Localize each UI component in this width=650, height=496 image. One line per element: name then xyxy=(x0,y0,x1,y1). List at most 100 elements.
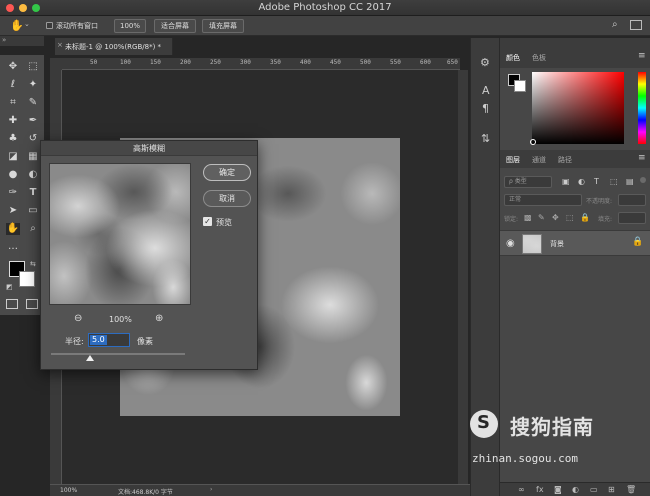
crop-tool-icon[interactable]: ⌗ xyxy=(6,97,20,109)
blur-tool-icon[interactable]: ● xyxy=(6,169,20,181)
swap-colors-icon[interactable]: ⇆ xyxy=(30,260,36,268)
close-tab-icon[interactable]: × xyxy=(57,41,63,49)
eraser-tool-icon[interactable]: ◪ xyxy=(6,151,20,163)
blur-preview[interactable] xyxy=(49,163,191,305)
horizontal-ruler[interactable]: 50 100 150 200 250 300 350 400 450 500 5… xyxy=(62,58,460,70)
zoom-out-icon[interactable]: ⊖ xyxy=(74,313,82,324)
radius-slider-handle[interactable] xyxy=(86,355,94,361)
vertical-scrollbar[interactable] xyxy=(458,70,468,484)
tab-layers[interactable]: 图层 xyxy=(506,155,520,165)
new-group-icon[interactable]: ▭ xyxy=(590,485,598,494)
screen-mode-icon[interactable] xyxy=(26,299,38,309)
default-colors-icon[interactable]: ◩ xyxy=(6,283,13,291)
fx-icon[interactable]: fx xyxy=(536,485,544,494)
move-tool-icon[interactable]: ✥ xyxy=(6,61,20,73)
hue-slider[interactable] xyxy=(638,72,646,144)
opacity-field[interactable] xyxy=(618,194,646,206)
dodge-tool-icon[interactable]: ◐ xyxy=(26,169,40,181)
blend-mode-select[interactable]: 正常 xyxy=(504,194,582,206)
hand-tool-icon[interactable]: ✋ xyxy=(10,19,24,32)
ok-button[interactable]: 确定 xyxy=(203,164,251,181)
filter-toggle-icon[interactable] xyxy=(640,177,646,183)
path-selection-tool-icon[interactable]: ➤ xyxy=(6,205,20,217)
panel-header xyxy=(500,38,650,68)
clone-stamp-tool-icon[interactable]: ♣ xyxy=(6,133,20,145)
filter-type-icon[interactable]: T xyxy=(594,177,599,186)
preview-zoom-level: 100% xyxy=(109,315,132,324)
lock-transparent-icon[interactable]: ▩ xyxy=(524,213,532,222)
chevron-down-icon[interactable]: ⌄ xyxy=(24,20,30,28)
filter-shape-icon[interactable]: ⬚ xyxy=(610,177,618,186)
status-zoom[interactable]: 100% xyxy=(60,487,77,494)
lock-all-icon[interactable]: 🔒 xyxy=(580,213,590,222)
sogou-logo-glyph: S xyxy=(477,412,490,433)
workspace-icon[interactable] xyxy=(630,20,642,30)
radius-value: 5.0 xyxy=(90,335,107,345)
scroll-all-windows-checkbox[interactable] xyxy=(46,22,53,29)
status-menu-arrow-icon[interactable]: › xyxy=(210,486,212,493)
ruler-tick: 550 xyxy=(390,59,401,66)
lasso-tool-icon[interactable]: ℓ xyxy=(6,79,20,91)
color-picker-cursor[interactable] xyxy=(530,139,536,145)
fit-screen-button[interactable]: 适合屏幕 xyxy=(154,19,196,33)
layer-row-background[interactable]: ◉ 背景 🔒 xyxy=(500,230,650,256)
layer-thumbnail xyxy=(522,234,542,254)
history-brush-tool-icon[interactable]: ↺ xyxy=(26,133,40,145)
adjustment-layer-icon[interactable]: ◐ xyxy=(572,485,579,494)
visibility-eye-icon[interactable]: ◉ xyxy=(506,238,515,249)
color-bg-swatch[interactable] xyxy=(514,80,526,92)
properties-panel-icon[interactable]: ⇅ xyxy=(481,132,490,145)
collapse-arrows-icon[interactable]: » xyxy=(2,36,6,44)
healing-brush-tool-icon[interactable]: ✚ xyxy=(6,115,20,127)
delete-layer-icon[interactable]: 🗑 xyxy=(626,485,636,494)
status-doc-info: 文档:468.8K/0 字节 xyxy=(118,489,173,496)
type-tool-icon[interactable]: T xyxy=(26,187,40,199)
tab-swatches[interactable]: 色板 xyxy=(532,53,546,63)
radius-input[interactable]: 5.0 xyxy=(88,333,130,347)
filter-pixel-icon[interactable]: ▣ xyxy=(562,177,570,186)
zoom-in-icon[interactable]: ⊕ xyxy=(155,313,163,324)
search-icon[interactable]: ⌕ xyxy=(612,19,618,30)
filter-smart-object-icon[interactable]: ▤ xyxy=(626,177,634,186)
panel-menu-icon[interactable]: ≡ xyxy=(638,51,646,61)
rectangle-tool-icon[interactable]: ▭ xyxy=(26,205,40,217)
radius-slider-track[interactable] xyxy=(51,353,185,355)
preview-checkbox[interactable]: ✓ xyxy=(203,217,212,226)
background-color-swatch[interactable] xyxy=(19,271,35,287)
quick-mask-icon[interactable] xyxy=(6,299,18,309)
fill-field[interactable] xyxy=(618,212,646,224)
ruler-tick: 300 xyxy=(240,59,251,66)
hand-tool-active-icon[interactable]: ✋ xyxy=(6,223,20,235)
tab-color[interactable]: 颜色 xyxy=(506,53,520,63)
cancel-button[interactable]: 取消 xyxy=(203,190,251,207)
zoom-tool-icon[interactable]: ⌕ xyxy=(26,223,40,235)
ruler-tick: 100 xyxy=(120,59,131,66)
filter-adjustment-icon[interactable]: ◐ xyxy=(578,177,585,186)
layer-kind-filter[interactable]: ρ 类型 xyxy=(504,176,552,188)
history-panel-icon[interactable]: ⚙ xyxy=(480,56,490,69)
fill-screen-button[interactable]: 填充屏幕 xyxy=(202,19,244,33)
more-tools-icon[interactable]: … xyxy=(6,241,20,253)
tab-paths[interactable]: 路径 xyxy=(558,155,572,165)
add-mask-icon[interactable]: ◙ xyxy=(554,485,562,494)
zoom-100-button[interactable]: 100% xyxy=(114,19,146,33)
magic-wand-tool-icon[interactable]: ✦ xyxy=(26,79,40,91)
link-layers-icon[interactable]: ∞ xyxy=(518,485,525,494)
character-panel-icon[interactable]: A xyxy=(482,84,490,97)
eyedropper-tool-icon[interactable]: ✎ xyxy=(26,97,40,109)
marquee-tool-icon[interactable]: ⬚ xyxy=(26,61,40,73)
brush-tool-icon[interactable]: ✒ xyxy=(26,115,40,127)
lock-position-icon[interactable]: ✥ xyxy=(552,213,559,222)
paragraph-panel-icon[interactable]: ¶ xyxy=(482,102,489,115)
pen-tool-icon[interactable]: ✑ xyxy=(6,187,20,199)
layers-menu-icon[interactable]: ≡ xyxy=(638,153,646,163)
tab-channels[interactable]: 通道 xyxy=(532,155,546,165)
ruler-tick: 400 xyxy=(300,59,311,66)
lock-pixels-icon[interactable]: ✎ xyxy=(538,213,545,222)
gradient-tool-icon[interactable]: ▦ xyxy=(26,151,40,163)
color-picker-field[interactable] xyxy=(532,72,624,144)
new-layer-icon[interactable]: ⊞ xyxy=(608,485,615,494)
lock-artboard-icon[interactable]: ⬚ xyxy=(566,213,574,222)
layers-footer: ∞ fx ◙ ◐ ▭ ⊞ 🗑 xyxy=(500,482,650,496)
document-tab[interactable]: × 未标题-1 @ 100%(RGB/8*) * xyxy=(55,38,173,55)
